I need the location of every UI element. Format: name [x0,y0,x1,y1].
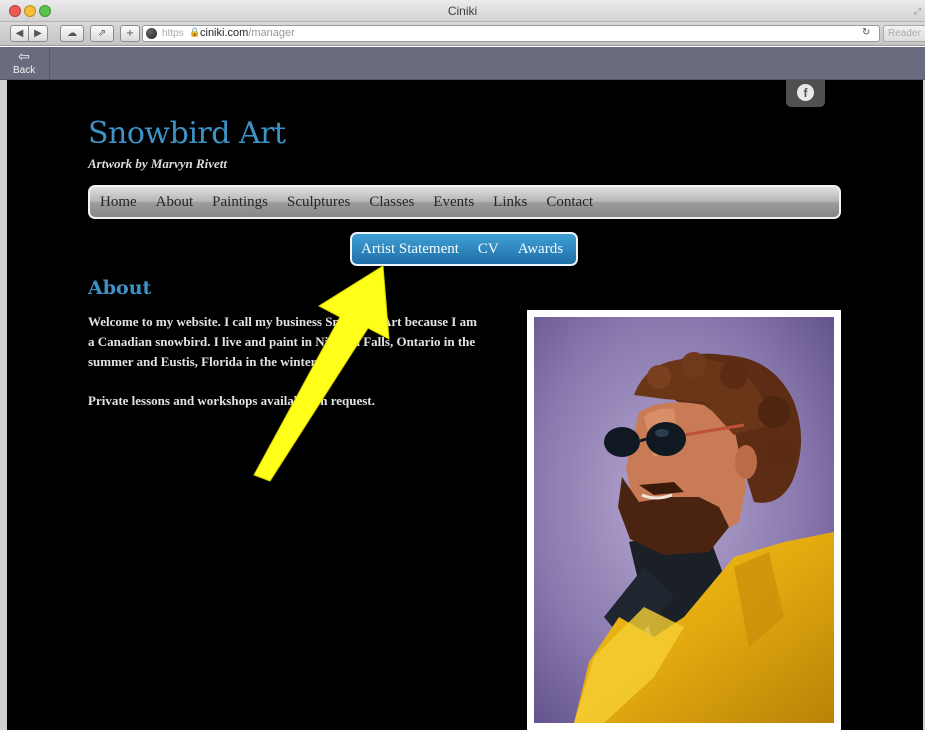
nav-sculptures[interactable]: Sculptures [287,194,350,211]
add-bookmark-button[interactable]: + [120,25,140,42]
portrait-image [534,317,834,723]
subnav-artist-statement[interactable]: Artist Statement [361,241,459,258]
window-title: Ciniki [447,4,478,18]
reader-button[interactable]: Reader [883,25,925,42]
window-titlebar: Ciniki ⤢ [0,0,925,22]
plus-icon: + [125,28,135,39]
nav-home[interactable]: Home [100,194,137,211]
back-arrow-icon: ⇦ [18,49,30,65]
cloud-icon: ☁ [67,28,77,39]
nav-classes[interactable]: Classes [369,194,414,211]
url-domain: ciniki.com [200,27,249,39]
share-button[interactable]: ⇗ [90,25,114,42]
lock-icon: 🔒 [189,27,201,37]
url-protocol: https [162,28,184,39]
about-heading: About [88,277,152,299]
url-text: ciniki.com/manager [200,27,295,39]
url-path: /manager [248,27,295,39]
share-icon: ⇗ [97,28,107,39]
right-triangle-icon: ▶ [34,28,42,39]
left-triangle-icon: ◀ [15,28,24,39]
browser-back-button[interactable]: ◀ [10,25,29,42]
facebook-link[interactable]: f [786,80,825,107]
site-subtitle: Artwork by Marvyn Rivett [88,156,228,171]
subnav-awards[interactable]: Awards [518,241,563,258]
back-label: Back [13,65,36,76]
subnav-cv[interactable]: CV [478,241,499,258]
nav-links[interactable]: Links [493,194,527,211]
manager-toolbar: ⇦ Back [0,47,925,80]
about-paragraph-2: Private lessons and workshops available … [88,393,375,408]
nav-paintings[interactable]: Paintings [212,194,268,211]
nav-contact[interactable]: Contact [546,194,593,211]
back-button[interactable]: ⇦ Back [0,47,50,80]
site-favicon-icon [146,28,157,39]
site-title[interactable]: Snowbird Art [88,116,286,151]
browser-toolbar: ◀ ▶ ☁ ⇗ + https 🔒 ciniki.com/manager ↻ R… [0,22,925,46]
address-bar[interactable]: https 🔒 ciniki.com/manager [142,25,880,42]
reload-icon[interactable]: ↻ [862,27,870,38]
portrait-painting [527,310,841,730]
fullscreen-icon[interactable]: ⤢ [914,6,921,17]
main-navigation: Home About Paintings Sculptures Classes … [88,185,841,219]
browser-forward-button[interactable]: ▶ [29,25,48,42]
about-paragraph-1: Welcome to my website. I call my busines… [88,314,477,369]
left-frame [0,80,7,730]
nav-about[interactable]: About [156,194,194,211]
website-preview: f Snowbird Art Artwork by Marvyn Rivett … [7,80,923,730]
facebook-icon: f [797,84,814,101]
nav-events[interactable]: Events [433,194,474,211]
about-sub-navigation: Artist Statement CV Awards [350,232,578,266]
icloud-tabs-button[interactable]: ☁ [60,25,84,42]
